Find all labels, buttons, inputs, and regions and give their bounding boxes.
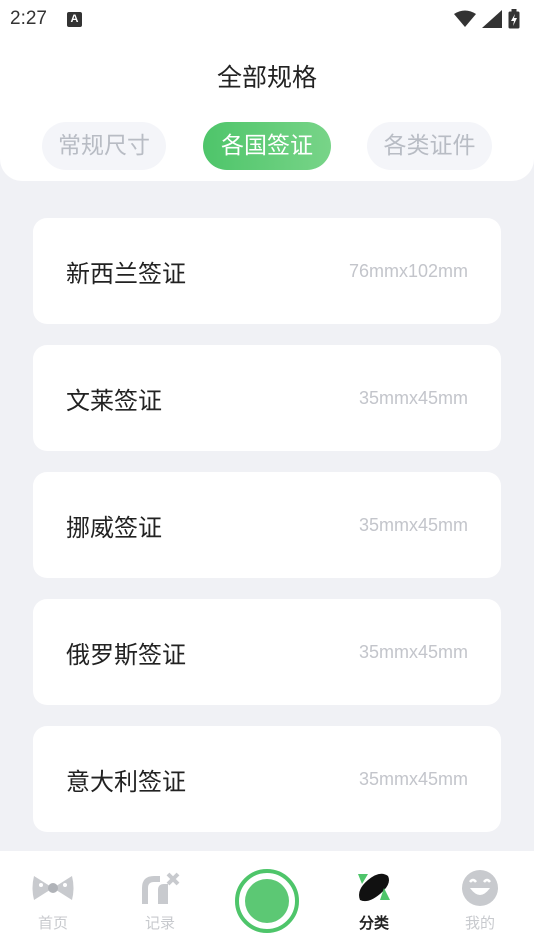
nav-category-label: 分类 [358, 914, 389, 932]
spec-card[interactable]: 新西兰签证 76mmx102mm [33, 218, 501, 324]
spec-name: 文莱签证 [66, 386, 162, 415]
spec-card[interactable]: 挪威签证 35mmx45mm [33, 472, 501, 578]
status-time: 2:27 [10, 8, 47, 29]
tab-documents[interactable]: 各类证件 [367, 122, 492, 170]
spec-size: 35mmx45mm [358, 514, 468, 535]
smiley-face-icon [458, 869, 502, 907]
spec-name: 挪威签证 [66, 513, 162, 542]
status-left: 2:27 A [10, 8, 82, 30]
category-icon [352, 869, 396, 907]
nav-mine-label: 我的 [464, 914, 495, 932]
records-icon [138, 869, 182, 907]
notification-a-icon: A [66, 11, 82, 27]
nav-mine[interactable]: 我的 [435, 851, 525, 951]
spec-card[interactable]: 意大利签证 35mmx45mm [33, 726, 501, 832]
spec-size: 76mmx102mm [348, 260, 468, 281]
capture-icon [235, 869, 299, 933]
spec-name: 意大利签证 [66, 767, 186, 796]
page-title: 全部规格 [216, 63, 317, 92]
tab-bar: 常规尺寸 各国签证 各类证件 [0, 122, 534, 170]
tab-standard-size[interactable]: 常规尺寸 [42, 122, 166, 170]
nav-records[interactable]: 记录 [115, 851, 205, 951]
spec-name: 新西兰签证 [66, 259, 186, 288]
spec-size: 35mmx45mm [358, 641, 468, 662]
camera-button[interactable] [234, 868, 300, 934]
battery-icon [508, 9, 520, 29]
bow-icon [31, 869, 75, 907]
signal-icon [482, 10, 502, 28]
nav-category[interactable]: 分类 [329, 851, 419, 951]
tab-country-visa[interactable]: 各国签证 [203, 122, 331, 170]
spec-card[interactable]: 文莱签证 35mmx45mm [33, 345, 501, 451]
wifi-icon [454, 10, 476, 27]
nav-home[interactable]: 首页 [8, 851, 98, 951]
header: 全部规格 常规尺寸 各国签证 各类证件 [0, 38, 534, 181]
bottom-nav: 首页 记录 分类 我的 [0, 851, 534, 951]
spec-card[interactable]: 俄罗斯签证 35mmx45mm [33, 599, 501, 705]
spec-size: 35mmx45mm [358, 387, 468, 408]
spec-size: 35mmx45mm [358, 768, 468, 789]
status-bar: 2:27 A [0, 0, 534, 38]
nav-home-label: 首页 [37, 914, 68, 932]
status-right [454, 9, 520, 29]
nav-records-label: 记录 [144, 914, 175, 932]
spec-name: 俄罗斯签证 [66, 640, 186, 669]
